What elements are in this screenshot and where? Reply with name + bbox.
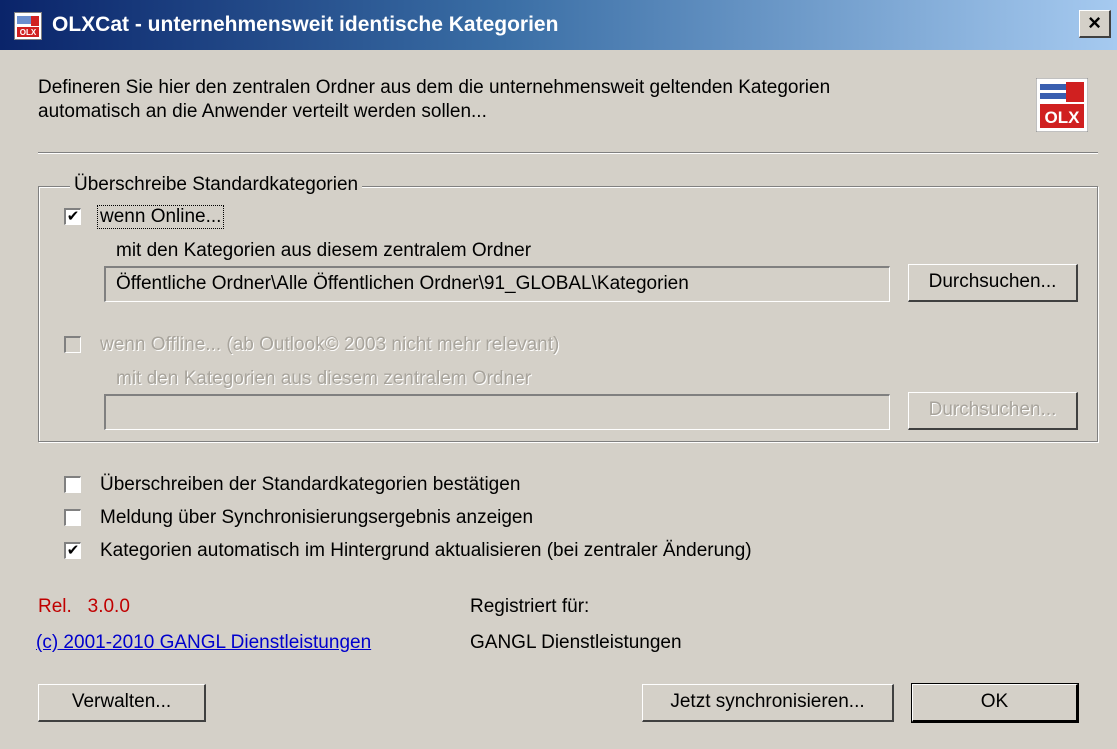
sync-now-button[interactable]: Jetzt synchronisieren... [642, 684, 894, 722]
offline-checkbox[interactable] [64, 336, 81, 353]
show-sync-result-checkbox[interactable] [64, 509, 81, 526]
auto-update-checkbox[interactable]: ✔ [64, 542, 81, 559]
auto-update-label[interactable]: Kategorien automatisch im Hintergrund ak… [100, 540, 752, 562]
release-version: 3.0.0 [87, 596, 130, 617]
offline-folder-path-field[interactable] [104, 394, 890, 430]
title-bar[interactable]: OLX OLXCat - unternehmensweit identische… [0, 0, 1117, 50]
intro-line-2: automatisch an die Anwender verteilt wer… [38, 101, 487, 122]
svg-text:OLX: OLX [1045, 108, 1081, 127]
online-sublabel: mit den Kategorien aus diesem zentralem … [116, 240, 532, 261]
manage-button[interactable]: Verwalten... [38, 684, 206, 722]
copyright-link[interactable]: (c) 2001-2010 GANGL Dienstleistungen [36, 632, 371, 654]
offline-label[interactable]: wenn Offline... (ab Outlook© 2003 nicht … [100, 334, 559, 356]
close-button[interactable]: × [1079, 10, 1111, 38]
ok-button[interactable]: OK [911, 683, 1079, 723]
olx-logo: OLX [1035, 77, 1089, 133]
confirm-overwrite-checkbox[interactable] [64, 476, 81, 493]
offline-browse-button[interactable]: Durchsuchen... [908, 392, 1078, 430]
olx-app-icon: OLX [14, 12, 42, 40]
registered-to: GANGL Dienstleistungen [470, 632, 682, 653]
release-label: Rel. [38, 596, 72, 617]
intro-line-1: Defineren Sie hier den zentralen Ordner … [38, 77, 831, 98]
window-title: OLXCat - unternehmensweit identische Kat… [52, 13, 559, 36]
confirm-overwrite-label[interactable]: Überschreiben der Standardkategorien bes… [100, 474, 520, 496]
separator [38, 152, 1098, 154]
online-label[interactable]: wenn Online... [96, 205, 225, 229]
online-folder-path-field[interactable]: Öffentliche Ordner\Alle Öffentlichen Ord… [104, 266, 890, 302]
groupbox-legend: Überschreibe Standardkategorien [70, 174, 363, 196]
registered-label: Registriert für: [470, 596, 590, 617]
show-sync-result-label[interactable]: Meldung über Synchronisierungsergebnis a… [100, 507, 533, 529]
release-info: Rel. 3.0.0 [38, 596, 130, 618]
online-browse-button[interactable]: Durchsuchen... [908, 264, 1078, 302]
svg-text:OLX: OLX [20, 28, 37, 37]
offline-sublabel: mit den Kategorien aus diesem zentralem … [116, 368, 532, 389]
online-checkbox[interactable]: ✔ [64, 208, 81, 225]
intro-text: Defineren Sie hier den zentralen Ordner … [38, 76, 998, 124]
